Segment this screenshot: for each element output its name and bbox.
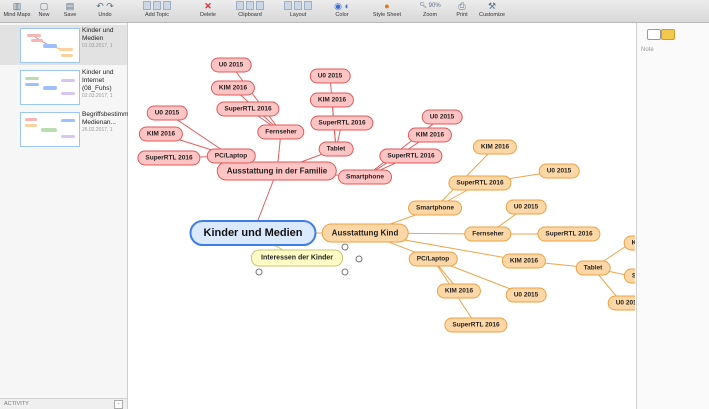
mindmap-canvas[interactable]: Ausstattung in der Familie PC/Laptop U0 … — [128, 23, 635, 409]
activity-bar[interactable]: ACTIVITY - — [0, 398, 127, 409]
clipboard-button[interactable]: Clipboard — [226, 1, 274, 21]
inspector-pane: Note — [636, 23, 709, 409]
topic-node-fernseher[interactable]: Fernseher — [257, 124, 305, 140]
document-date: 02.03.2017, 1 — [82, 93, 113, 99]
clipboard-icon — [226, 1, 274, 11]
activity-label: ACTIVITY — [4, 401, 29, 407]
topic-node-tablet[interactable]: Tablet — [318, 141, 354, 157]
topic-node-ausstattung-kind[interactable]: Ausstattung Kind — [321, 223, 409, 243]
topic-node-kim-2016[interactable]: KIM 2016 — [472, 139, 518, 155]
topic-node-superrtl-2016[interactable]: SuperRTL 2016 — [137, 150, 201, 166]
wrench-icon: ⚒ — [487, 1, 497, 11]
document-date: 26.02.2017, 1 — [82, 127, 113, 133]
document-item[interactable]: Begriffsbestimmung Medienan... 26.02.201… — [0, 109, 139, 149]
topic-node-superrtl-2016[interactable]: SuperRTL 2016 — [448, 175, 512, 191]
resize-handle[interactable] — [255, 268, 263, 276]
topic-node-u0-2015[interactable]: U0 2015 — [421, 109, 463, 125]
save-button[interactable]: ▤ Save — [58, 1, 82, 21]
color-icon: ◉ ◐ — [334, 1, 350, 11]
color-button[interactable]: ◉ ◐ Color — [320, 1, 364, 21]
topic-node-u0-2015[interactable]: U0 2015 — [309, 68, 351, 84]
resize-handle[interactable] — [341, 268, 349, 276]
style-sheet-icon: ● — [384, 1, 390, 11]
toolbar: ▥ Mind Maps ▢ New ▤ Save ↶ ↷ Undo Add To… — [0, 0, 709, 23]
add-topic-button[interactable]: Add Topic — [130, 1, 184, 21]
documents-sidebar: Kinder und Medien 01.03.2017, 1 Kinder u… — [0, 23, 139, 409]
topic-node-u0-2015[interactable]: U0 2015 — [210, 57, 252, 73]
topic-node-smartphone[interactable]: Smartphone — [338, 169, 392, 185]
resize-handle[interactable] — [355, 255, 363, 263]
document-item[interactable]: Kinder und Medien 01.03.2017, 1 — [0, 25, 127, 65]
undo-icon: ↶ ↷ — [96, 1, 114, 11]
document-date: 01.03.2017, 1 — [82, 43, 113, 49]
inspector-tab-icon[interactable] — [647, 29, 661, 40]
topic-node-kim-2016[interactable]: KIM 2016 — [436, 283, 482, 299]
topic-node-kim-2016[interactable]: KIM 2016 — [407, 127, 453, 143]
document-item[interactable]: Kinder und Internet (08_Fuhs) 02.03.2017… — [0, 67, 127, 107]
document-thumbnail — [20, 112, 80, 147]
print-icon: ⎙ — [458, 1, 466, 11]
resize-handle[interactable] — [341, 243, 349, 251]
document-thumbnail — [20, 70, 80, 105]
sidebar-toggle-icon: ▥ — [12, 1, 22, 11]
notes-tab-icon[interactable] — [661, 29, 675, 40]
topic-node-tablet[interactable]: Tablet — [575, 260, 611, 276]
note-label: Note — [641, 47, 654, 53]
topic-node-superrtl-2016[interactable]: SuperRTL 2016 — [537, 226, 601, 242]
topic-node-u0-2015[interactable]: U0 2015 — [146, 105, 188, 121]
topic-node-kim-2016[interactable]: KIM 2016 — [501, 253, 547, 269]
save-icon: ▤ — [65, 1, 75, 11]
connector-lines — [160, 64, 632, 326]
layout-button[interactable]: Layout — [278, 1, 318, 21]
new-document-icon: ▢ — [39, 1, 49, 11]
zoom-value: 90% — [428, 3, 441, 9]
topic-node-u0-2015[interactable]: U0 2015 — [505, 199, 547, 215]
topic-node-k-partial[interactable]: K — [623, 235, 635, 251]
new-button[interactable]: ▢ New — [33, 1, 55, 21]
topic-node-fernseher[interactable]: Fernseher — [464, 226, 512, 242]
layout-icon — [278, 1, 318, 11]
delete-button[interactable]: ✕ Delete — [193, 1, 223, 21]
topic-node-u0-2015[interactable]: U0 2015 — [505, 287, 547, 303]
topic-node-kim-2016[interactable]: KIM 2016 — [138, 126, 184, 142]
topic-node-ausstattung-familie[interactable]: Ausstattung in der Familie — [216, 161, 338, 181]
topic-node-kim-2016[interactable]: KIM 2016 — [309, 92, 355, 108]
document-thumbnail — [20, 28, 80, 63]
mind-maps-button[interactable]: ▥ Mind Maps — [2, 1, 32, 21]
topic-node-s-partial[interactable]: S — [623, 268, 635, 284]
topic-node-superrtl-2016[interactable]: SuperRTL 2016 — [216, 101, 280, 117]
topic-node-u0-2015[interactable]: U0 2015 — [538, 163, 580, 179]
topic-node-u0-2015[interactable]: U0 2015 — [607, 295, 635, 311]
print-button[interactable]: ⎙ Print — [451, 1, 473, 21]
topic-node-pc-laptop[interactable]: PC/Laptop — [408, 251, 458, 267]
zoom-icon: 🔍︎ — [419, 3, 429, 9]
topic-node-pc-laptop[interactable]: PC/Laptop — [206, 148, 256, 164]
selected-topic-interessen[interactable]: Interessen der Kinder — [251, 249, 343, 267]
topic-node-smartphone[interactable]: Smartphone — [408, 200, 462, 216]
topic-node-superrtl-2016[interactable]: SuperRTL 2016 — [379, 148, 443, 164]
customize-button[interactable]: ⚒ Customize — [474, 1, 510, 21]
document-title: Kinder und Medien — [82, 27, 114, 42]
topic-node-kim-2016[interactable]: KIM 2016 — [210, 80, 256, 96]
undo-button[interactable]: ↶ ↷ Undo — [88, 1, 122, 21]
document-title: Kinder und Internet (08_Fuhs) — [82, 69, 114, 92]
zoom-control[interactable]: 🔍︎ 90% Zoom — [412, 1, 448, 21]
topic-node-superrtl-2016[interactable]: SuperRTL 2016 — [444, 317, 508, 333]
delete-icon: ✕ — [204, 1, 212, 11]
topic-node-superrtl-2016[interactable]: SuperRTL 2016 — [310, 115, 374, 131]
central-topic[interactable]: Kinder und Medien — [189, 220, 317, 246]
collapse-button[interactable]: - — [114, 400, 123, 409]
add-topic-icon — [130, 1, 184, 11]
style-sheet-button[interactable]: ● Style Sheet — [366, 1, 408, 21]
